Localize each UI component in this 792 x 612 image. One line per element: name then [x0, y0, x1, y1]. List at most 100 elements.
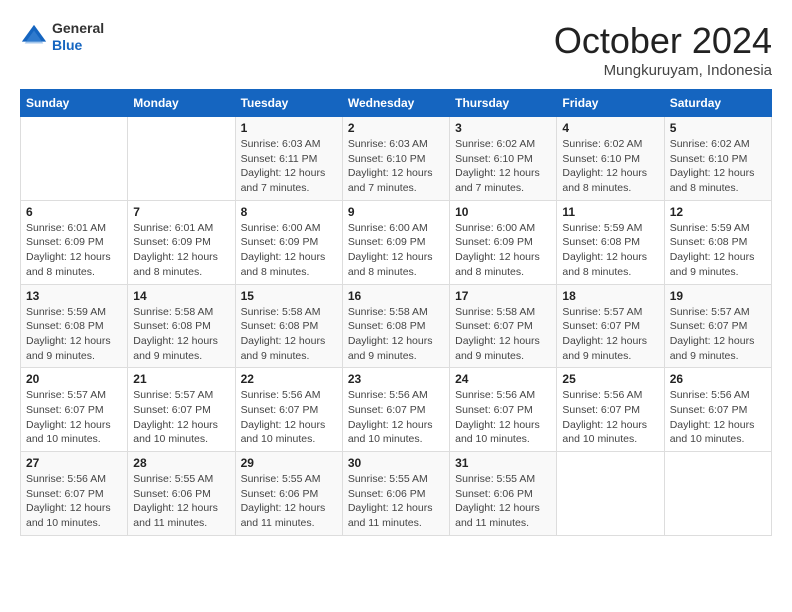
calendar-cell: 19 Sunrise: 5:57 AM Sunset: 6:07 PM Dayli… [664, 284, 771, 368]
month-title: October 2024 [554, 20, 772, 62]
calendar-cell: 31Sunrise: 5:55 AM Sunset: 6:06 PM Dayli… [450, 452, 557, 536]
day-info: Sunrise: 5:58 AM Sunset: 6:07 PM Dayligh… [455, 305, 551, 364]
day-number: 4 [562, 121, 658, 135]
day-info: Sunrise: 5:57 AM Sunset: 6:07 PM Dayligh… [670, 305, 766, 364]
day-info: Sunrise: 5:59 AM Sunset: 6:08 PM Dayligh… [562, 221, 658, 280]
day-number: 2 [348, 121, 444, 135]
calendar-cell: 28 Sunrise: 5:55 AM Sunset: 6:06 PM Dayli… [128, 452, 235, 536]
weekday-header-thursday: Thursday [450, 90, 557, 117]
day-number: 12 [670, 205, 766, 219]
day-info: Sunrise: 5:58 AM Sunset: 6:08 PM Dayligh… [133, 305, 229, 364]
day-number: 21 [133, 372, 229, 386]
calendar-cell [128, 117, 235, 201]
calendar-week-2: 6 Sunrise: 6:01 AM Sunset: 6:09 PM Daylig… [21, 200, 772, 284]
calendar-cell: 24 Sunrise: 5:56 AM Sunset: 6:07 PM Dayli… [450, 368, 557, 452]
day-number: 8 [241, 205, 337, 219]
day-number: 16 [348, 289, 444, 303]
day-number: 18 [562, 289, 658, 303]
day-info: Sunrise: 5:56 AM Sunset: 6:07 PM Dayligh… [670, 388, 766, 447]
logo: General Blue [20, 20, 104, 54]
day-number: 28 [133, 456, 229, 470]
day-number: 24 [455, 372, 551, 386]
calendar-cell: 14 Sunrise: 5:58 AM Sunset: 6:08 PM Dayli… [128, 284, 235, 368]
calendar-cell: 3 Sunrise: 6:02 AM Sunset: 6:10 PM Daylig… [450, 117, 557, 201]
calendar-cell: 26 Sunrise: 5:56 AM Sunset: 6:07 PM Dayli… [664, 368, 771, 452]
day-number: 27 [26, 456, 122, 470]
day-number: 9 [348, 205, 444, 219]
weekday-header-wednesday: Wednesday [342, 90, 449, 117]
day-info: Sunrise: 6:01 AM Sunset: 6:09 PM Dayligh… [26, 221, 122, 280]
calendar-week-3: 13Sunrise: 5:59 AM Sunset: 6:08 PM Dayli… [21, 284, 772, 368]
day-info: Sunrise: 5:56 AM Sunset: 6:07 PM Dayligh… [26, 472, 122, 531]
calendar-cell: 5Sunrise: 6:02 AM Sunset: 6:10 PM Daylig… [664, 117, 771, 201]
weekday-header-row: SundayMondayTuesdayWednesdayThursdayFrid… [21, 90, 772, 117]
day-number: 20 [26, 372, 122, 386]
day-info: Sunrise: 6:00 AM Sunset: 6:09 PM Dayligh… [348, 221, 444, 280]
calendar-week-4: 20 Sunrise: 5:57 AM Sunset: 6:07 PM Dayli… [21, 368, 772, 452]
calendar-week-1: 1 Sunrise: 6:03 AM Sunset: 6:11 PM Daylig… [21, 117, 772, 201]
calendar-cell: 17 Sunrise: 5:58 AM Sunset: 6:07 PM Dayli… [450, 284, 557, 368]
day-info: Sunrise: 5:58 AM Sunset: 6:08 PM Dayligh… [348, 305, 444, 364]
calendar-cell: 20 Sunrise: 5:57 AM Sunset: 6:07 PM Dayli… [21, 368, 128, 452]
calendar-cell: 12 Sunrise: 5:59 AM Sunset: 6:08 PM Dayli… [664, 200, 771, 284]
weekday-header-saturday: Saturday [664, 90, 771, 117]
day-info: Sunrise: 6:03 AM Sunset: 6:10 PM Dayligh… [348, 137, 444, 196]
calendar-cell: 22 Sunrise: 5:56 AM Sunset: 6:07 PM Dayli… [235, 368, 342, 452]
title-block: October 2024 Mungkuruyam, Indonesia [554, 20, 772, 79]
day-number: 11 [562, 205, 658, 219]
day-info: Sunrise: 6:00 AM Sunset: 6:09 PM Dayligh… [455, 221, 551, 280]
day-number: 14 [133, 289, 229, 303]
day-info: Sunrise: 6:01 AM Sunset: 6:09 PM Dayligh… [133, 221, 229, 280]
calendar-cell: 4 Sunrise: 6:02 AM Sunset: 6:10 PM Daylig… [557, 117, 664, 201]
day-number: 23 [348, 372, 444, 386]
calendar-cell: 30Sunrise: 5:55 AM Sunset: 6:06 PM Dayli… [342, 452, 449, 536]
day-number: 29 [241, 456, 337, 470]
day-info: Sunrise: 5:57 AM Sunset: 6:07 PM Dayligh… [26, 388, 122, 447]
calendar-cell: 21 Sunrise: 5:57 AM Sunset: 6:07 PM Dayli… [128, 368, 235, 452]
day-number: 10 [455, 205, 551, 219]
day-info: Sunrise: 6:00 AM Sunset: 6:09 PM Dayligh… [241, 221, 337, 280]
calendar-cell [557, 452, 664, 536]
day-info: Sunrise: 6:02 AM Sunset: 6:10 PM Dayligh… [562, 137, 658, 196]
day-number: 1 [241, 121, 337, 135]
day-info: Sunrise: 5:59 AM Sunset: 6:08 PM Dayligh… [670, 221, 766, 280]
day-number: 15 [241, 289, 337, 303]
day-number: 19 [670, 289, 766, 303]
weekday-header-friday: Friday [557, 90, 664, 117]
day-number: 22 [241, 372, 337, 386]
logo-general-text: General [52, 20, 104, 37]
day-info: Sunrise: 5:56 AM Sunset: 6:07 PM Dayligh… [455, 388, 551, 447]
day-number: 30 [348, 456, 444, 470]
calendar-cell: 1 Sunrise: 6:03 AM Sunset: 6:11 PM Daylig… [235, 117, 342, 201]
day-number: 17 [455, 289, 551, 303]
weekday-header-sunday: Sunday [21, 90, 128, 117]
weekday-header-tuesday: Tuesday [235, 90, 342, 117]
day-info: Sunrise: 5:57 AM Sunset: 6:07 PM Dayligh… [133, 388, 229, 447]
page-header: General Blue October 2024 Mungkuruyam, I… [20, 20, 772, 79]
calendar-cell: 18 Sunrise: 5:57 AM Sunset: 6:07 PM Dayli… [557, 284, 664, 368]
calendar-cell: 25 Sunrise: 5:56 AM Sunset: 6:07 PM Dayli… [557, 368, 664, 452]
day-number: 7 [133, 205, 229, 219]
day-number: 6 [26, 205, 122, 219]
day-info: Sunrise: 6:02 AM Sunset: 6:10 PM Dayligh… [670, 137, 766, 196]
calendar-cell: 10 Sunrise: 6:00 AM Sunset: 6:09 PM Dayli… [450, 200, 557, 284]
day-info: Sunrise: 6:03 AM Sunset: 6:11 PM Dayligh… [241, 137, 337, 196]
logo-icon [20, 23, 48, 51]
day-info: Sunrise: 5:55 AM Sunset: 6:06 PM Dayligh… [133, 472, 229, 531]
calendar-cell: 11 Sunrise: 5:59 AM Sunset: 6:08 PM Dayli… [557, 200, 664, 284]
day-number: 13 [26, 289, 122, 303]
calendar-cell [664, 452, 771, 536]
day-info: Sunrise: 6:02 AM Sunset: 6:10 PM Dayligh… [455, 137, 551, 196]
day-info: Sunrise: 5:56 AM Sunset: 6:07 PM Dayligh… [241, 388, 337, 447]
calendar-cell: 9 Sunrise: 6:00 AM Sunset: 6:09 PM Daylig… [342, 200, 449, 284]
day-info: Sunrise: 5:58 AM Sunset: 6:08 PM Dayligh… [241, 305, 337, 364]
calendar-cell: 13Sunrise: 5:59 AM Sunset: 6:08 PM Dayli… [21, 284, 128, 368]
day-number: 25 [562, 372, 658, 386]
day-number: 3 [455, 121, 551, 135]
day-info: Sunrise: 5:56 AM Sunset: 6:07 PM Dayligh… [562, 388, 658, 447]
day-number: 26 [670, 372, 766, 386]
day-info: Sunrise: 5:55 AM Sunset: 6:06 PM Dayligh… [455, 472, 551, 531]
day-info: Sunrise: 5:57 AM Sunset: 6:07 PM Dayligh… [562, 305, 658, 364]
day-info: Sunrise: 5:56 AM Sunset: 6:07 PM Dayligh… [348, 388, 444, 447]
calendar-cell: 15 Sunrise: 5:58 AM Sunset: 6:08 PM Dayli… [235, 284, 342, 368]
